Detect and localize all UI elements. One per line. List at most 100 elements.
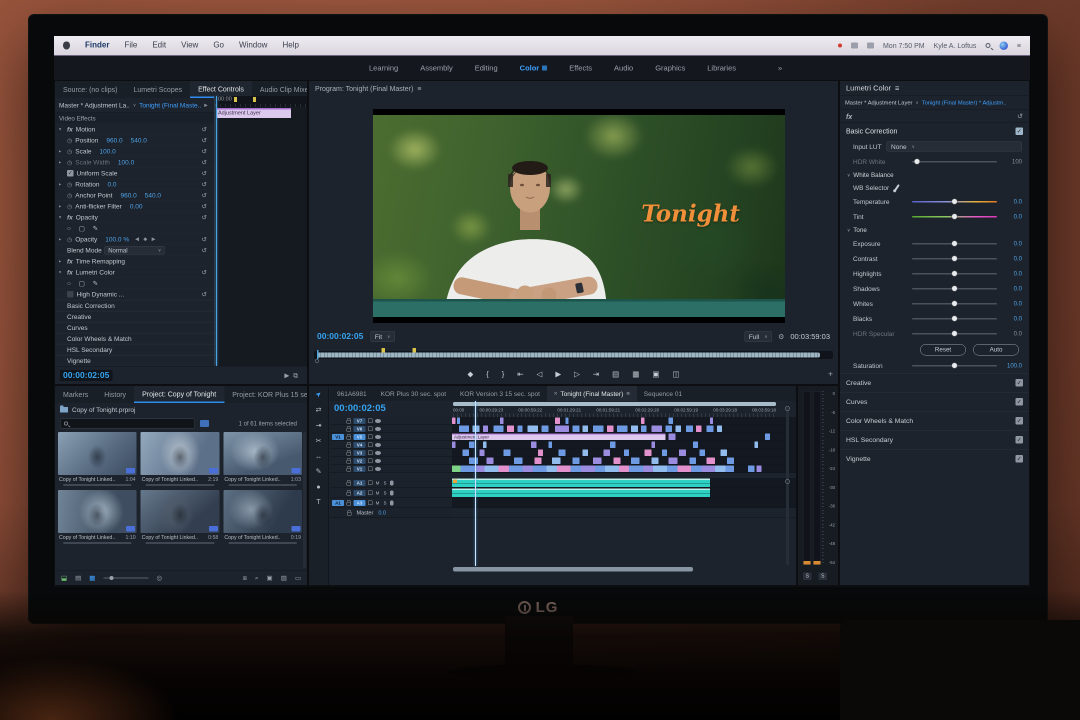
timeline-clip[interactable] [665,425,673,432]
slider-knob[interactable] [951,270,958,277]
timeline-clip[interactable] [756,465,762,472]
ec-footer-icons[interactable]: ▶⧉ [284,371,302,379]
ec-row-masks[interactable]: ○ ▢ ✎ [55,278,214,289]
reset-icon[interactable]: ↺ [202,246,207,254]
filter-bin-icon[interactable] [200,420,209,427]
timeline-clip[interactable] [710,417,713,424]
subsection-white-balance[interactable]: ∨ White Balance [840,169,1029,181]
workspace-tab-learning[interactable]: Learning [369,64,398,73]
button-editor-plus[interactable]: + [828,369,833,379]
timeline-clip[interactable] [555,425,569,432]
reset-icon[interactable]: ↺ [202,213,207,221]
source-patch[interactable] [332,458,344,464]
mute-button[interactable]: M [375,480,380,485]
timeline-clip[interactable] [630,457,640,464]
solo-right-button[interactable]: S [818,572,827,580]
timeline-clip[interactable] [692,441,698,448]
apple-logo-icon[interactable] [63,41,70,50]
timeline-clip[interactable] [534,457,542,464]
mark-in-button[interactable]: { [486,370,489,379]
solo-button[interactable]: S [383,490,388,495]
section-checkbox[interactable]: ✓ [1015,455,1023,463]
sequence-tab[interactable]: KOR Plus 30 sec. spot [374,386,453,401]
toggle-output-eye-icon[interactable] [375,418,381,423]
toggle-output-eye-icon[interactable] [375,442,381,447]
slider-value[interactable]: 100.0 [1002,362,1022,369]
track-header-v6[interactable]: V6 [330,425,452,433]
spotlight-search-icon[interactable] [985,43,991,48]
delete-icon[interactable]: ▭ [295,574,301,582]
timeline-clip[interactable] [706,457,716,464]
slider-knob[interactable] [951,315,958,322]
stopwatch-icon[interactable]: ◷ [67,148,72,155]
ec-row-hsl-secondary[interactable]: HSL Secondary [55,344,214,355]
hand-tool[interactable]: ● [316,483,320,491]
timeline-clip[interactable] [720,449,728,456]
timeline-clip[interactable] [754,441,759,448]
track-lane-v5[interactable]: Adjustment Layer [452,433,796,441]
input-lut-dropdown[interactable]: None ∨ [886,141,1022,152]
timeline-clip[interactable] [452,465,461,472]
timeline-clip[interactable] [668,417,673,424]
mark-out-button[interactable]: } [502,370,505,379]
slider-knob[interactable] [951,285,958,292]
subsection-tone[interactable]: ∨ Tone [840,224,1029,236]
track-name[interactable]: V6 [353,425,366,432]
timeline-clip[interactable] [532,465,547,472]
timeline-clip[interactable] [605,465,619,472]
slider-value[interactable]: 0.0 [1002,300,1022,307]
slider-track[interactable] [912,285,997,292]
lock-icon[interactable] [346,417,351,424]
slider-knob[interactable] [951,300,958,307]
menubar-user[interactable]: Kyle A. Loftus [934,42,977,50]
slider-knob[interactable] [951,198,958,205]
timeline-clip[interactable] [696,425,702,432]
thumbnail-scrubber[interactable] [228,484,297,486]
sequence-tab[interactable]: KOR Version 3 15 sec. spot [453,386,547,401]
slider-value[interactable]: 0.0 [1002,285,1022,292]
source-patch[interactable] [332,466,344,472]
lumetri-master-label[interactable]: Master * Adjustment Layer [845,100,912,106]
track-lane-v6[interactable] [452,425,796,433]
mute-button[interactable]: M [375,490,380,495]
source-patch[interactable] [332,442,344,448]
timeline-clip[interactable] [572,457,580,464]
timeline-clip[interactable] [651,425,662,432]
timeline-clip[interactable] [548,441,552,448]
timeline-clip[interactable] [498,465,509,472]
slider-track[interactable] [912,255,997,262]
timeline-clip[interactable] [691,465,702,472]
track-lane-v1[interactable] [452,465,796,473]
add-marker-button[interactable]: ◆ [467,370,473,379]
ec-row-position[interactable]: ◷ Position 960.0 540.0 ↺ [55,135,214,146]
timeline-clip[interactable] [500,417,504,424]
ec-value[interactable]: 540.0 [131,137,147,145]
reset-icon[interactable]: ↺ [1017,112,1023,121]
timeline-clip[interactable] [618,465,630,472]
ec-value[interactable]: 100.0 [118,159,134,167]
zoom-level-dropdown[interactable]: Fit ∨ [370,331,395,342]
section-hsl-secondary[interactable]: HSL Secondary ✓ [840,430,1029,449]
timeline-timecode[interactable]: 00:00:02:05 [330,401,452,414]
timeline-clip[interactable] [531,441,537,448]
timeline-clip[interactable] [653,465,667,472]
voiceover-record-icon[interactable] [390,480,394,486]
thumbnail-scrubber[interactable] [145,484,215,486]
source-patch[interactable] [332,480,344,486]
source-patch[interactable]: V1 [332,433,344,440]
timeline-clip[interactable] [452,441,456,448]
thumbnail-scrubber[interactable] [63,484,132,486]
timeline-clip[interactable] [701,465,716,472]
section-checkbox[interactable]: ✓ [1015,436,1023,444]
clip-thumbnail[interactable] [140,490,220,533]
menu-item-help[interactable]: Help [282,41,298,50]
slider-knob[interactable] [951,255,958,262]
slider-track[interactable] [912,213,997,220]
timeline-clip[interactable] [641,425,647,432]
ec-value[interactable]: 0.00 [130,203,143,211]
timeline-clip[interactable] [517,425,523,432]
workspace-overflow-icon[interactable]: » [778,64,782,73]
type-tool[interactable]: T [316,498,320,506]
lock-icon[interactable] [346,479,351,486]
lock-icon[interactable] [346,465,351,472]
